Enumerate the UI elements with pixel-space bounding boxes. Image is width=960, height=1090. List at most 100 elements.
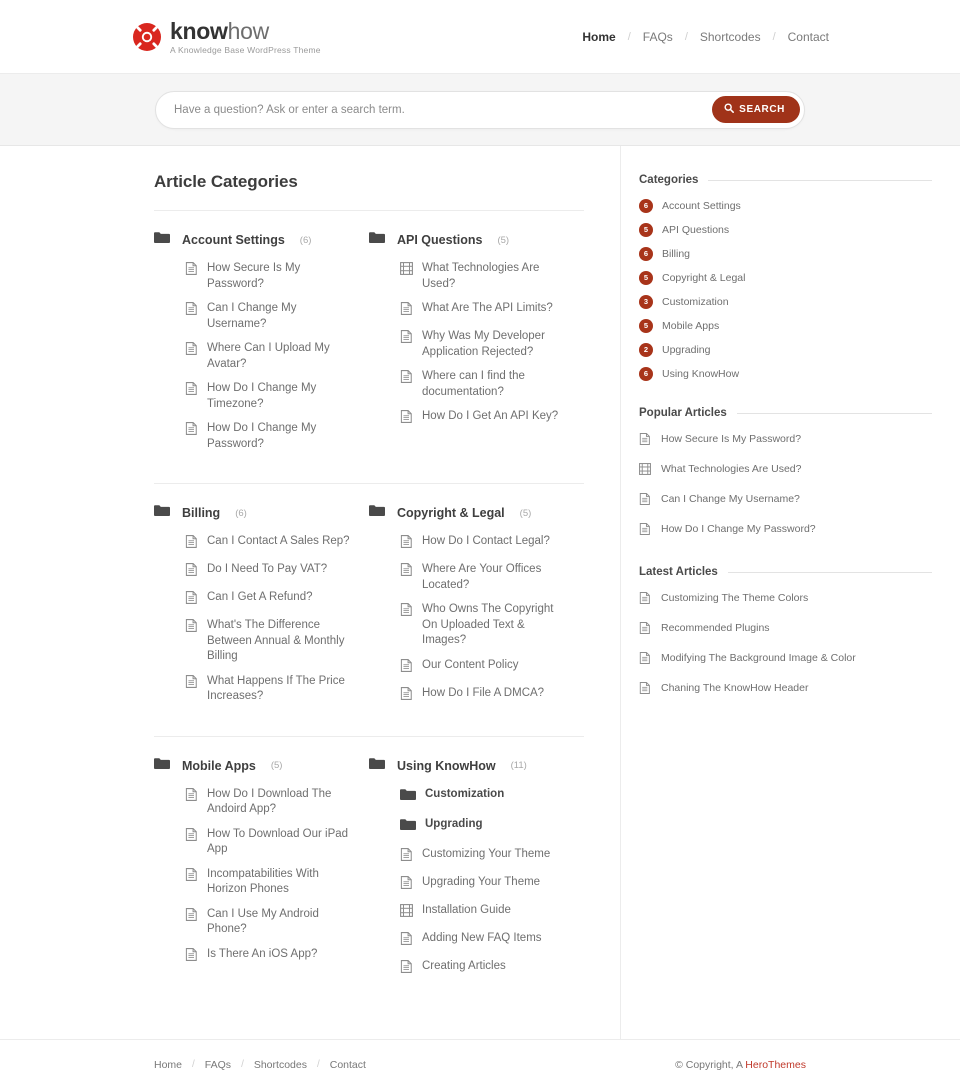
- article-item[interactable]: What Are The API Limits?: [400, 301, 570, 320]
- category-header[interactable]: API Questions (5): [369, 231, 570, 249]
- article-item[interactable]: Incompatabilities With Horizon Phones: [185, 867, 355, 898]
- article-item[interactable]: Adding New FAQ Items: [400, 931, 570, 950]
- sidebar-article-item[interactable]: Customizing The Theme Colors: [639, 591, 932, 609]
- document-icon: [639, 621, 652, 639]
- article-label: Customization: [425, 787, 505, 800]
- sidebar-article-item[interactable]: How Secure Is My Password?: [639, 432, 932, 450]
- article-item[interactable]: Can I Change My Username?: [185, 301, 355, 332]
- article-item[interactable]: Why Was My Developer Application Rejecte…: [400, 329, 570, 360]
- category-count: (5): [519, 507, 532, 519]
- footer-link-home[interactable]: Home: [154, 1059, 182, 1071]
- nav-item-contact[interactable]: Contact: [787, 30, 830, 44]
- site-logo[interactable]: knowhow A Knowledge Base WordPress Theme: [132, 19, 321, 55]
- article-item[interactable]: Where Are Your Offices Located?: [400, 562, 570, 593]
- footer-link-shortcodes[interactable]: Shortcodes: [254, 1059, 307, 1071]
- widget-latest-articles: Latest Articles Customizing The Theme Co…: [639, 566, 932, 699]
- article-item[interactable]: Can I Get A Refund?: [185, 590, 355, 609]
- article-item[interactable]: Can I Contact A Sales Rep?: [185, 534, 355, 553]
- subcategory-item[interactable]: Customization: [400, 787, 570, 806]
- article-label: How Do I Contact Legal?: [422, 535, 550, 548]
- category-row: Account Settings (6) How Secure Is My Pass…: [154, 210, 584, 483]
- nav-item-faqs[interactable]: FAQs: [642, 30, 674, 44]
- category-count-badge: 5: [639, 223, 653, 237]
- article-item[interactable]: Upgrading Your Theme: [400, 875, 570, 894]
- sidebar-article-item[interactable]: Recommended Plugins: [639, 621, 932, 639]
- sidebar-category-item[interactable]: 5 API Questions: [639, 223, 932, 237]
- category-count-badge: 2: [639, 343, 653, 357]
- category-count-badge: 6: [639, 247, 653, 261]
- footer-link-faqs[interactable]: FAQs: [205, 1059, 231, 1071]
- article-item[interactable]: Where can I find the documentation?: [400, 369, 570, 400]
- sidebar-category-item[interactable]: 5 Copyright & Legal: [639, 271, 932, 285]
- category-name: Billing: [182, 506, 221, 521]
- search-box[interactable]: SEARCH: [155, 90, 805, 129]
- sidebar-article-item[interactable]: What Technologies Are Used?: [639, 462, 932, 480]
- subcategory-item[interactable]: Upgrading: [400, 817, 570, 836]
- article-item[interactable]: Our Content Policy: [400, 658, 570, 677]
- sidebar-article-item[interactable]: Modifying The Background Image & Color: [639, 651, 932, 669]
- category-grid: Account Settings (6) How Secure Is My Pass…: [154, 210, 584, 1009]
- sidebar-category-item[interactable]: 6 Billing: [639, 247, 932, 261]
- sidebar-article-label: How Secure Is My Password?: [661, 433, 802, 445]
- herothemes-link[interactable]: HeroThemes: [745, 1059, 806, 1071]
- nav-item-shortcodes[interactable]: Shortcodes: [699, 30, 762, 44]
- article-item[interactable]: Creating Articles: [400, 959, 570, 978]
- nav-item-home[interactable]: Home: [581, 30, 616, 44]
- search-icon: [724, 103, 735, 116]
- article-item[interactable]: Can I Use My Android Phone?: [185, 907, 355, 938]
- article-item[interactable]: Customizing Your Theme: [400, 847, 570, 866]
- article-item[interactable]: How Do I Change My Timezone?: [185, 381, 355, 412]
- footer-separator: /: [192, 1059, 195, 1071]
- article-item[interactable]: How Secure Is My Password?: [185, 261, 355, 292]
- article-item[interactable]: Installation Guide: [400, 903, 570, 922]
- document-icon: [400, 686, 413, 705]
- article-label: How Secure Is My Password?: [207, 262, 301, 290]
- article-list: What Technologies Are Used? What Are The …: [369, 261, 570, 428]
- article-item[interactable]: Is There An iOS App?: [185, 947, 355, 966]
- footer-link-contact[interactable]: Contact: [330, 1059, 366, 1071]
- sidebar-article-item[interactable]: How Do I Change My Password?: [639, 522, 932, 540]
- sidebar-category-item[interactable]: 2 Upgrading: [639, 343, 932, 357]
- search-input[interactable]: [174, 103, 713, 116]
- article-item[interactable]: How To Download Our iPad App: [185, 827, 355, 858]
- sidebar-article-item[interactable]: Chaning The KnowHow Header: [639, 681, 932, 699]
- article-item[interactable]: How Do I Get An API Key?: [400, 409, 570, 428]
- category-header[interactable]: Billing (6): [154, 504, 355, 522]
- search-button[interactable]: SEARCH: [712, 96, 800, 123]
- article-item[interactable]: Do I Need To Pay VAT?: [185, 562, 355, 581]
- article-item[interactable]: Who Owns The Copyright On Uploaded Text …: [400, 602, 570, 649]
- sidebar-category-label: API Questions: [662, 224, 730, 236]
- sidebar-category-item[interactable]: 6 Using KnowHow: [639, 367, 932, 381]
- sidebar-category-item[interactable]: 3 Customization: [639, 295, 932, 309]
- sidebar-category-item[interactable]: 6 Account Settings: [639, 199, 932, 213]
- article-label: Can I Use My Android Phone?: [207, 907, 319, 936]
- video-icon: [639, 462, 652, 480]
- sidebar-category-item[interactable]: 5 Mobile Apps: [639, 319, 932, 333]
- sidebar-article-item[interactable]: Can I Change My Username?: [639, 492, 932, 510]
- document-icon: [185, 787, 198, 806]
- document-icon: [185, 342, 198, 360]
- article-item[interactable]: How Do I Contact Legal?: [400, 534, 570, 553]
- site-header: knowhow A Knowledge Base WordPress Theme…: [0, 0, 960, 74]
- article-item[interactable]: How Do I Change My Password?: [185, 421, 355, 452]
- category-header[interactable]: Account Settings (6): [154, 231, 355, 249]
- category-header[interactable]: Mobile Apps (5): [154, 757, 355, 775]
- category-column: Using KnowHow (11) Customization Upgrading C…: [369, 757, 584, 1009]
- article-item[interactable]: How Do I File A DMCA?: [400, 686, 570, 705]
- category-count: (5): [497, 234, 510, 246]
- widget-popular-articles: Popular Articles How Secure Is My Passwo…: [639, 407, 932, 540]
- article-item[interactable]: How Do I Download The Andoird App?: [185, 787, 355, 818]
- folder-icon: [154, 231, 170, 249]
- category-header[interactable]: Using KnowHow (11): [369, 757, 570, 775]
- sidebar-category-label: Account Settings: [662, 200, 741, 212]
- article-item[interactable]: What's The Difference Between Annual & M…: [185, 618, 355, 665]
- article-item[interactable]: Where Can I Upload My Avatar?: [185, 341, 355, 372]
- article-item[interactable]: What Happens If The Price Increases?: [185, 674, 355, 705]
- category-count-badge: 5: [639, 271, 653, 285]
- article-item[interactable]: What Technologies Are Used?: [400, 261, 570, 292]
- article-label: How Do I File A DMCA?: [422, 686, 545, 699]
- category-header[interactable]: Copyright & Legal (5): [369, 504, 570, 522]
- logo-text: knowhow A Knowledge Base WordPress Theme: [170, 19, 321, 55]
- logo-title-light: how: [227, 17, 270, 44]
- document-icon: [400, 875, 413, 894]
